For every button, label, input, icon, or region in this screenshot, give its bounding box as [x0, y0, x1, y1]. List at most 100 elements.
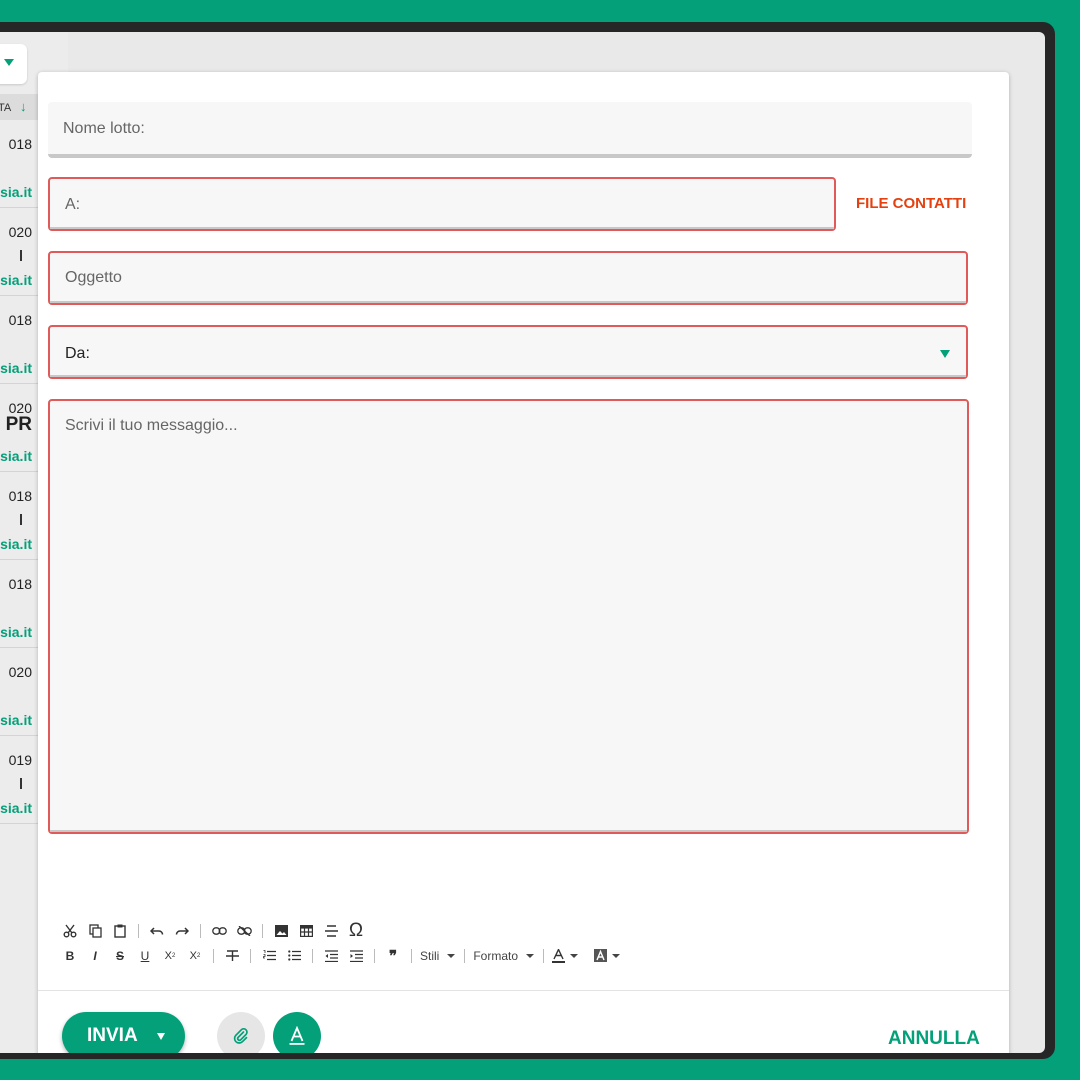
message-sender-domain: sia.it	[0, 360, 32, 376]
cut-icon[interactable]	[60, 921, 80, 941]
toolbar-separator	[200, 923, 201, 938]
numbered-list-icon[interactable]	[259, 946, 279, 966]
bulleted-list-icon[interactable]	[284, 946, 304, 966]
indent-icon[interactable]	[346, 946, 366, 966]
toolbar-separator	[312, 948, 313, 963]
message-date: 019	[8, 752, 32, 768]
table-icon[interactable]	[296, 921, 316, 941]
nome-lotto-field[interactable]: Nome lotto:	[48, 102, 972, 158]
message-sender-domain: sia.it	[0, 448, 32, 464]
redo-icon[interactable]	[172, 921, 192, 941]
subject-placeholder: Oggetto	[65, 269, 122, 286]
horizontal-line-icon[interactable]	[321, 921, 341, 941]
attach-icon	[233, 1028, 248, 1044]
to-placeholder: A:	[65, 196, 81, 213]
message-date: 018	[8, 576, 32, 592]
message-sender-domain: sia.it	[0, 712, 32, 728]
unlink-icon[interactable]	[234, 921, 254, 941]
caret-down-icon	[447, 953, 456, 958]
sort-arrow-icon: ↓	[20, 99, 27, 114]
background-color-combo[interactable]	[594, 949, 621, 962]
attach-button[interactable]	[217, 1012, 265, 1053]
copy-icon[interactable]	[85, 921, 105, 941]
strikethrough-icon[interactable]: S	[110, 946, 130, 966]
remove-format-icon[interactable]	[222, 946, 242, 966]
list-item[interactable]: 020 sia.it	[0, 208, 38, 296]
subject-field[interactable]: Oggetto	[48, 251, 968, 305]
message-date: 018	[8, 488, 32, 504]
list-item[interactable]: 020 PR sia.it	[0, 384, 38, 472]
folder-dropdown[interactable]	[0, 44, 27, 84]
message-placeholder: Scrivi il tuo messaggio...	[65, 417, 238, 434]
styles-label: Stili	[420, 948, 440, 963]
message-text-fragment	[20, 778, 22, 789]
message-text-fragment	[20, 250, 22, 261]
list-item[interactable]: 018 sia.it	[0, 472, 38, 560]
caret-down-icon	[526, 953, 535, 958]
message-sender-domain: sia.it	[0, 800, 32, 816]
toolbar-separator	[262, 923, 263, 938]
list-item[interactable]: 020 sia.it	[0, 648, 38, 736]
list-item[interactable]: 018 sia.it	[0, 560, 38, 648]
message-date: 018	[8, 136, 32, 152]
to-field[interactable]: A:	[48, 177, 836, 231]
toolbar-separator	[138, 923, 139, 938]
blockquote-icon[interactable]: ❞	[383, 946, 403, 966]
text-color-combo[interactable]	[552, 948, 579, 963]
editor-toolbar: Ω B I S U X2 X2 ❞ Stili Formato	[60, 918, 626, 968]
toolbar-separator	[374, 948, 375, 963]
text-color-icon	[552, 948, 566, 963]
message-title: PR	[5, 414, 32, 435]
format-combo[interactable]: Formato	[473, 948, 535, 963]
message-text-fragment	[20, 514, 22, 525]
list-item[interactable]: 018 sia.it	[0, 120, 38, 208]
toolbar-separator	[411, 948, 412, 963]
sort-label: TA	[0, 102, 12, 114]
format-label: Formato	[473, 948, 519, 963]
composer-card: Nome lotto: A: FILE CONTATTI Oggetto Da:…	[38, 72, 1009, 1053]
caret-down-icon	[570, 953, 579, 958]
list-item[interactable]: 018 sia.it	[0, 296, 38, 384]
bold-icon[interactable]: B	[60, 946, 80, 966]
chevron-down-icon	[4, 59, 14, 66]
caret-down-icon	[612, 953, 621, 958]
outdent-icon[interactable]	[321, 946, 341, 966]
message-sender-domain: sia.it	[0, 184, 32, 200]
toolbar-separator	[543, 948, 545, 963]
from-label: Da:	[65, 345, 90, 362]
toolbar-separator	[213, 948, 214, 963]
image-icon[interactable]	[271, 921, 291, 941]
nome-lotto-placeholder: Nome lotto:	[63, 120, 145, 137]
message-date: 018	[8, 312, 32, 328]
message-body-field[interactable]: Scrivi il tuo messaggio...	[48, 399, 969, 834]
link-icon[interactable]	[209, 921, 229, 941]
message-list: 018 sia.it 020 sia.it 018 sia.it 020 PR sia.it 01…	[0, 120, 38, 824]
toolbar-separator	[250, 948, 251, 963]
text-format-button[interactable]	[273, 1012, 321, 1053]
send-button[interactable]: INVIA	[62, 1012, 185, 1053]
chevron-down-icon	[940, 350, 950, 358]
message-sender-domain: sia.it	[0, 624, 32, 640]
undo-icon[interactable]	[147, 921, 167, 941]
list-item[interactable]: 019 sia.it	[0, 736, 38, 824]
subscript-icon[interactable]: X2	[160, 946, 180, 966]
message-sender-domain: sia.it	[0, 536, 32, 552]
italic-icon[interactable]: I	[85, 946, 105, 966]
background-color-icon	[594, 949, 608, 962]
toolbar-row-2: B I S U X2 X2 ❞ Stili Formato	[60, 943, 626, 968]
message-date: 020	[8, 664, 32, 680]
superscript-icon[interactable]: X2	[185, 946, 205, 966]
underline-icon[interactable]: U	[135, 946, 155, 966]
text-format-icon	[289, 1026, 305, 1045]
special-char-icon[interactable]: Ω	[346, 920, 366, 941]
toolbar-separator	[464, 948, 466, 963]
styles-combo[interactable]: Stili	[420, 948, 456, 963]
file-contatti-button[interactable]: FILE CONTATTI	[856, 195, 966, 212]
cancel-button[interactable]: ANNULLA	[888, 1028, 980, 1050]
chevron-down-icon[interactable]	[157, 1033, 165, 1040]
send-label: INVIA	[87, 1025, 138, 1046]
paste-icon[interactable]	[110, 921, 130, 941]
app-screen: TA ↓ 018 sia.it 020 sia.it 018 sia.it 020 PR sia…	[0, 32, 1045, 1053]
from-select[interactable]: Da:	[48, 325, 968, 379]
message-sender-domain: sia.it	[0, 272, 32, 288]
